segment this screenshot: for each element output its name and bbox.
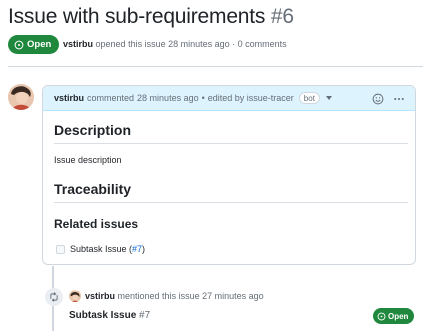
heading-rule [54,202,408,203]
issue-opened-icon [14,40,24,49]
header-divider [8,66,423,67]
edit-history-dropdown[interactable] [325,96,332,100]
comment-header: vstirbu commented 28 minutes ago • edite… [43,86,415,111]
comment-box: vstirbu commented 28 minutes ago • edite… [42,85,416,265]
referenced-issue-title[interactable]: Subtask Issue [69,310,136,321]
event-actor-link[interactable]: vstirbu [85,291,115,301]
issue-state-label: Open [27,39,52,50]
issue-number: #6 [270,5,294,28]
task-checkbox[interactable] [56,244,65,254]
referenced-issue-state-label: Open [388,311,409,321]
heading-related-issues: Related issues [54,217,139,231]
task-text-close: ) [142,244,146,254]
issue-opened-icon [377,312,386,320]
heading-traceability: Traceability [54,181,132,197]
issue-state-badge: Open [8,35,60,54]
referenced-issue-number: #7 [139,310,151,321]
referenced-issue-state-badge: Open [373,308,415,324]
comment-action: commented [87,93,135,103]
event-text: mentioned this issue 27 minutes ago [117,291,264,301]
heading-description: Description [54,122,132,138]
avatar[interactable] [8,84,34,110]
avatar[interactable] [69,290,81,302]
kebab-menu-icon[interactable] [393,93,405,105]
referenced-issue[interactable]: Subtask Issue #7 [69,310,150,321]
comment-author-link[interactable]: vstirbu [54,93,84,103]
issue-author-link[interactable]: vstirbu [63,39,93,49]
bot-label: bot [298,92,320,104]
timeline-event: vstirbu mentioned this issue 27 minutes … [85,291,264,301]
comment-edited-text[interactable]: edited by issue-tracer [208,93,294,103]
task-list-item: Subtask Issue ( #7 ) [56,244,145,254]
heading-rule [54,143,408,144]
smiley-icon[interactable] [372,93,384,105]
issue-title-text: Issue with sub-requirements [8,5,266,28]
comment-separator: • [201,93,205,103]
cross-reference-icon [45,288,63,306]
comment-time[interactable]: 28 minutes ago [137,93,199,103]
issue-title: Issue with sub-requirements #6 [8,5,294,29]
task-text: Subtask Issue ( [70,244,133,254]
task-issue-link[interactable]: #7 [132,244,142,254]
description-text: Issue description [54,155,122,165]
issue-meta: vstirbu opened this issue 28 minutes ago… [63,39,287,49]
issue-meta-text: opened this issue 28 minutes ago · 0 com… [95,39,287,49]
